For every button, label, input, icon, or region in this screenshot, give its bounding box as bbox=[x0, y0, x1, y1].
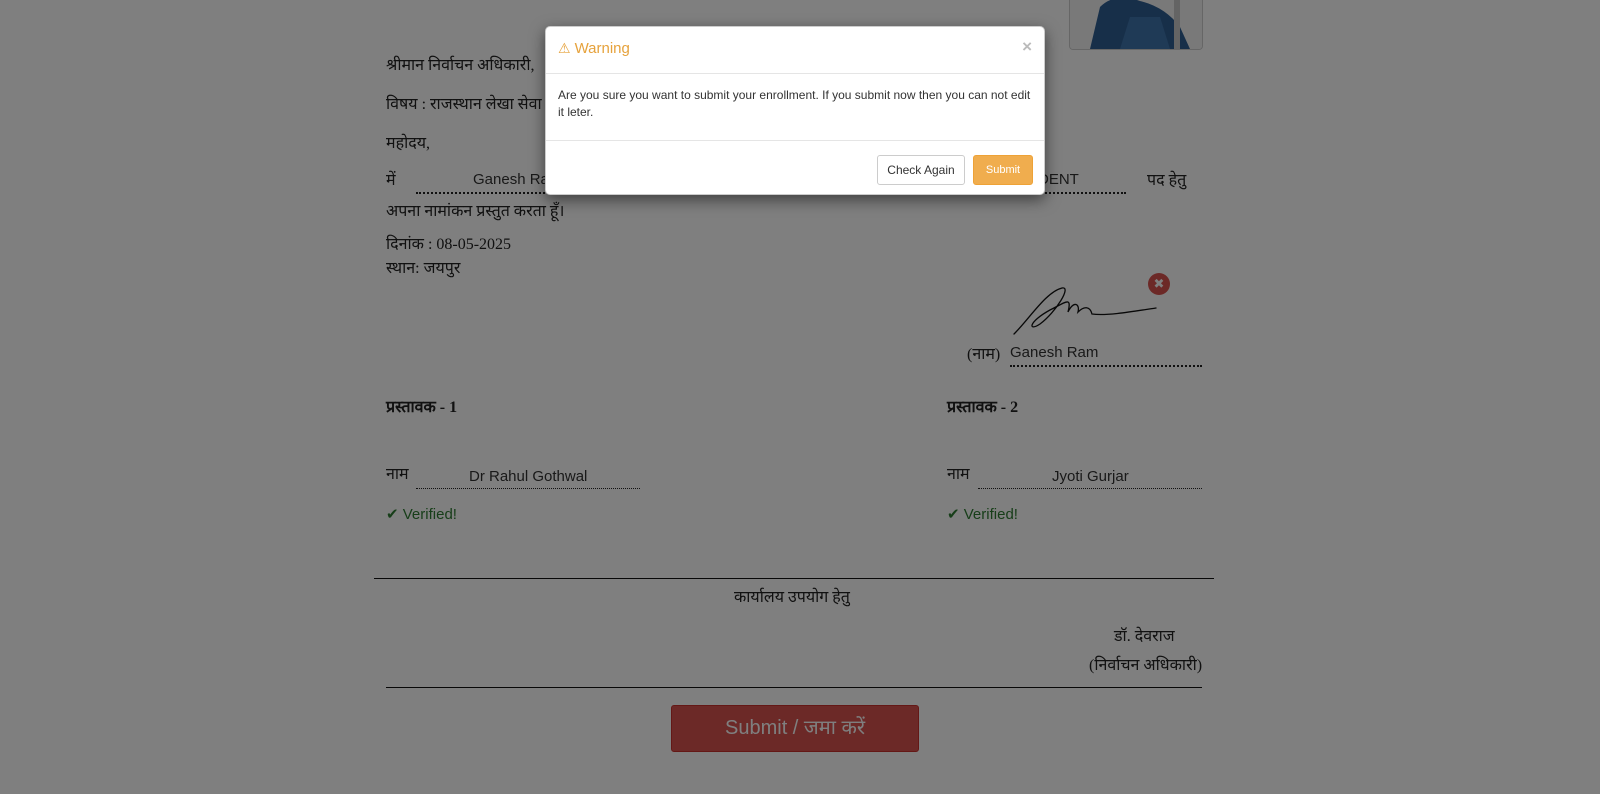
enrollment-page: श्रीमान निर्वाचन अधिकारी, विषय : राजस्था… bbox=[0, 0, 1600, 794]
modal-footer: Check Again Submit bbox=[546, 140, 1044, 195]
warning-triangle-icon: ⚠ bbox=[558, 40, 571, 56]
modal-submit-button[interactable]: Submit bbox=[973, 155, 1033, 185]
modal-title: ⚠ Warning bbox=[558, 40, 630, 57]
modal-body-text: Are you sure you want to submit your enr… bbox=[558, 88, 1031, 119]
modal-title-text: Warning bbox=[574, 40, 630, 57]
modal-header: ⚠ Warning × bbox=[546, 27, 1044, 74]
check-again-button[interactable]: Check Again bbox=[877, 155, 965, 185]
warning-modal: ⚠ Warning × Are you sure you want to subm… bbox=[545, 26, 1045, 195]
close-icon[interactable]: × bbox=[1022, 37, 1032, 57]
